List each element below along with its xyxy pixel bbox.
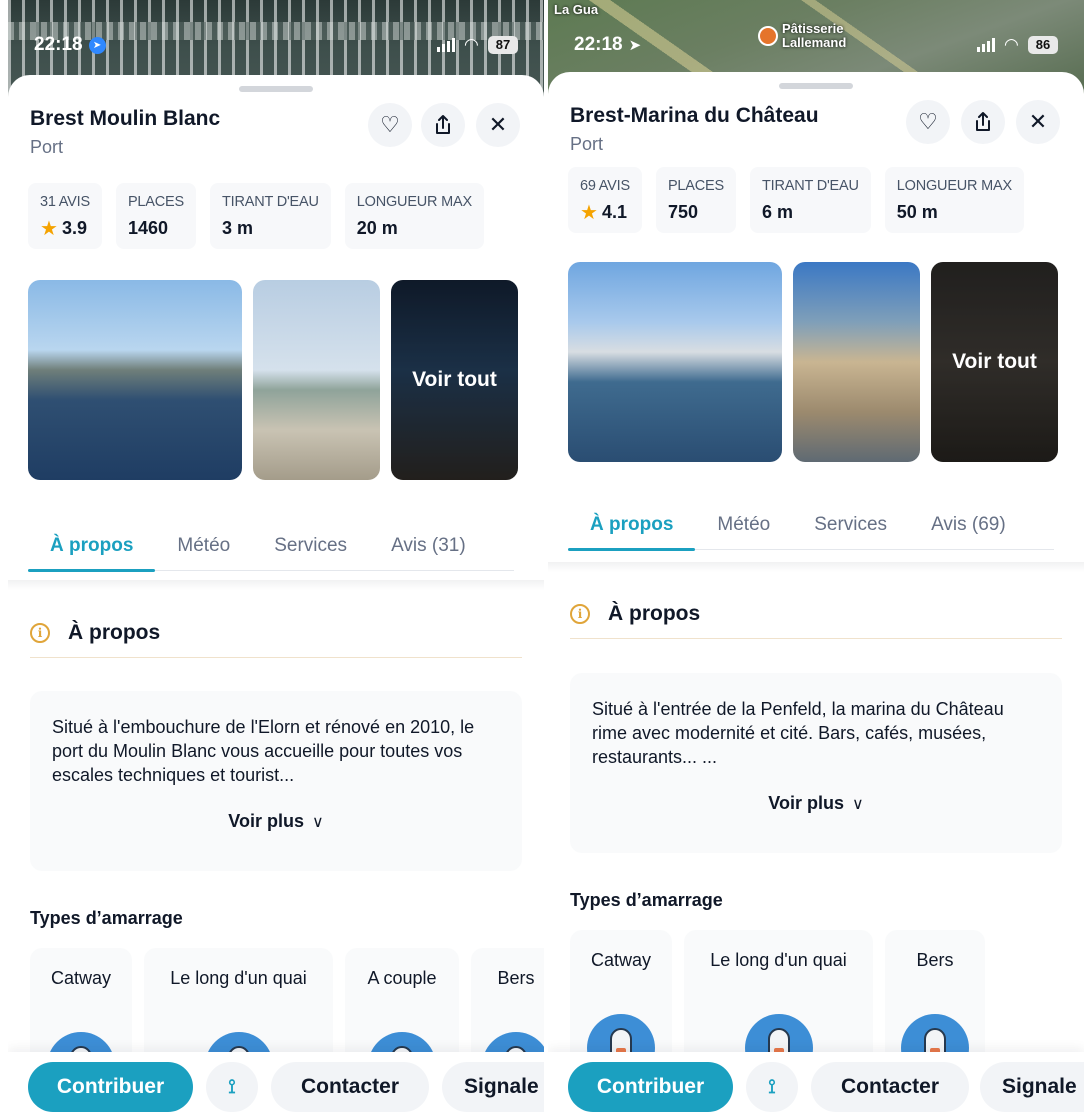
report-button[interactable]: Signale: [980, 1062, 1084, 1112]
route-button[interactable]: ⟟: [206, 1062, 258, 1112]
heart-icon: ♡: [918, 109, 938, 134]
tab-weather[interactable]: Météo: [695, 502, 792, 549]
tab-services[interactable]: Services: [792, 502, 909, 549]
tab-bar: À propos Météo Services Avis (31): [28, 523, 514, 572]
favorite-button[interactable]: ♡: [906, 100, 950, 144]
bottom-sheet: Brest Moulin Blanc Port ♡ ✕ 31 AVIS ★ 3.9…: [8, 75, 544, 1113]
port-type: Port: [30, 137, 64, 157]
tab-reviews[interactable]: Avis (31): [369, 523, 488, 570]
stats-row: 69 AVIS ★ 4.1 PLACES 750 TIRANT D'EAU 6 m…: [568, 167, 1024, 233]
bottom-sheet: Brest-Marina du Château Port ♡ ✕ 69 AVIS…: [548, 72, 1084, 1113]
battery-icon: 87: [488, 36, 518, 54]
see-all-label: Voir tout: [391, 280, 518, 480]
mooring-type-quay[interactable]: Le long d'un quai: [684, 930, 873, 1070]
port-title: Brest-Marina du Château: [570, 104, 819, 127]
stat-reviews[interactable]: 31 AVIS ★ 3.9: [28, 183, 102, 249]
close-icon: ✕: [488, 112, 508, 137]
report-button[interactable]: Signale: [442, 1062, 544, 1112]
gallery-see-all[interactable]: Voir tout: [391, 280, 518, 480]
stat-places: PLACES 1460: [115, 183, 196, 249]
cellular-signal-icon: [976, 38, 995, 52]
photo-gallery: Voir tout: [28, 280, 518, 480]
stat-max-length: LONGUEUR MAX 20 m: [344, 183, 484, 249]
bottom-action-bar: Contribuer ⟟ Contacter Signale: [548, 1052, 1084, 1113]
wifi-icon: ◠: [1004, 35, 1018, 54]
mooring-type-catway[interactable]: Catway: [570, 930, 672, 1070]
location-arrow-icon: ➤: [88, 36, 106, 54]
see-all-label: Voir tout: [931, 262, 1058, 462]
stat-draft: TIRANT D'EAU 6 m: [749, 167, 871, 233]
mooring-types-list: Catway Le long d'un quai Bers: [570, 930, 985, 1070]
sheet-grabber[interactable]: [239, 86, 313, 92]
chevron-down-icon: ∨: [851, 796, 864, 813]
info-icon: i: [570, 604, 590, 624]
gallery-photo[interactable]: [253, 280, 380, 480]
description-card: Situé à l'entrée de la Penfeld, la marin…: [570, 673, 1062, 853]
see-more-button[interactable]: Voir plus ∨: [592, 793, 1040, 814]
contribute-button[interactable]: Contribuer: [568, 1062, 733, 1112]
share-icon: [976, 112, 990, 131]
gallery-photo[interactable]: [568, 262, 782, 462]
status-time: 22:18: [574, 34, 623, 55]
favorite-button[interactable]: ♡: [368, 103, 412, 147]
mooring-type-bers[interactable]: Bers: [885, 930, 985, 1070]
gallery-see-all[interactable]: Voir tout: [931, 262, 1058, 462]
see-more-button[interactable]: Voir plus ∨: [52, 811, 500, 832]
description-card: Situé à l'embouchure de l'Elorn et rénov…: [30, 691, 522, 871]
info-icon: i: [30, 623, 50, 643]
contact-button[interactable]: Contacter: [811, 1062, 969, 1112]
star-icon: ★: [40, 217, 58, 240]
photo-gallery: Voir tout: [568, 262, 1058, 462]
gallery-photo[interactable]: [28, 280, 242, 480]
close-button[interactable]: ✕: [476, 103, 520, 147]
chevron-down-icon: ∨: [311, 814, 324, 831]
star-icon: ★: [580, 201, 598, 224]
divider: [548, 562, 1084, 572]
close-button[interactable]: ✕: [1016, 100, 1060, 144]
close-icon: ✕: [1028, 109, 1048, 134]
gallery-photo[interactable]: [793, 262, 920, 462]
location-arrow-icon: ➤: [628, 37, 642, 54]
route-pin-icon: ⟟: [768, 1075, 776, 1098]
tab-bar: À propos Météo Services Avis (69): [568, 502, 1054, 551]
share-button[interactable]: [421, 103, 465, 147]
contribute-button[interactable]: Contribuer: [28, 1062, 193, 1112]
mooring-types-title: Types d’amarrage: [30, 908, 183, 928]
divider: [8, 580, 544, 590]
stat-places: PLACES 750: [655, 167, 736, 233]
stat-max-length: LONGUEUR MAX 50 m: [884, 167, 1024, 233]
tab-weather[interactable]: Météo: [155, 523, 252, 570]
description-text: Situé à l'embouchure de l'Elorn et rénov…: [52, 717, 475, 785]
about-header: i À propos: [570, 602, 1062, 639]
map-place-label: La Gua: [554, 2, 599, 17]
status-time: 22:18: [34, 34, 83, 55]
tab-reviews[interactable]: Avis (69): [909, 502, 1028, 549]
share-button[interactable]: [961, 100, 1005, 144]
stat-draft: TIRANT D'EAU 3 m: [209, 183, 331, 249]
port-detail-screen-marina-chateau: La Gua Pâtisserie Lallemand 22:18 ➤ ◠ 86…: [548, 0, 1084, 1113]
contact-button[interactable]: Contacter: [271, 1062, 429, 1112]
tab-services[interactable]: Services: [252, 523, 369, 570]
port-title: Brest Moulin Blanc: [30, 107, 221, 130]
wifi-icon: ◠: [464, 35, 478, 54]
mooring-types-title: Types d’amarrage: [570, 890, 723, 910]
status-bar: 22:18 ➤ ◠ 87: [8, 30, 544, 60]
bottom-action-bar: Contribuer ⟟ Contacter Signale: [8, 1052, 544, 1113]
stats-row: 31 AVIS ★ 3.9 PLACES 1460 TIRANT D'EAU 3 …: [28, 183, 484, 249]
cellular-signal-icon: [436, 38, 455, 52]
status-bar: 22:18 ➤ ◠ 86: [548, 30, 1084, 60]
port-type: Port: [570, 134, 604, 154]
description-text: Situé à l'entrée de la Penfeld, la marin…: [592, 699, 1004, 767]
tab-about[interactable]: À propos: [568, 502, 696, 551]
battery-icon: 86: [1028, 36, 1058, 54]
share-icon: [436, 115, 450, 134]
route-button[interactable]: ⟟: [746, 1062, 798, 1112]
route-pin-icon: ⟟: [228, 1075, 236, 1098]
tab-about[interactable]: À propos: [28, 523, 156, 572]
about-header: i À propos: [30, 621, 522, 658]
sheet-grabber[interactable]: [779, 83, 853, 89]
heart-icon: ♡: [380, 112, 400, 137]
stat-reviews[interactable]: 69 AVIS ★ 4.1: [568, 167, 642, 233]
port-detail-screen-moulin-blanc: 22:18 ➤ ◠ 87 Brest Moulin Blanc Port ♡ ✕…: [8, 0, 544, 1113]
